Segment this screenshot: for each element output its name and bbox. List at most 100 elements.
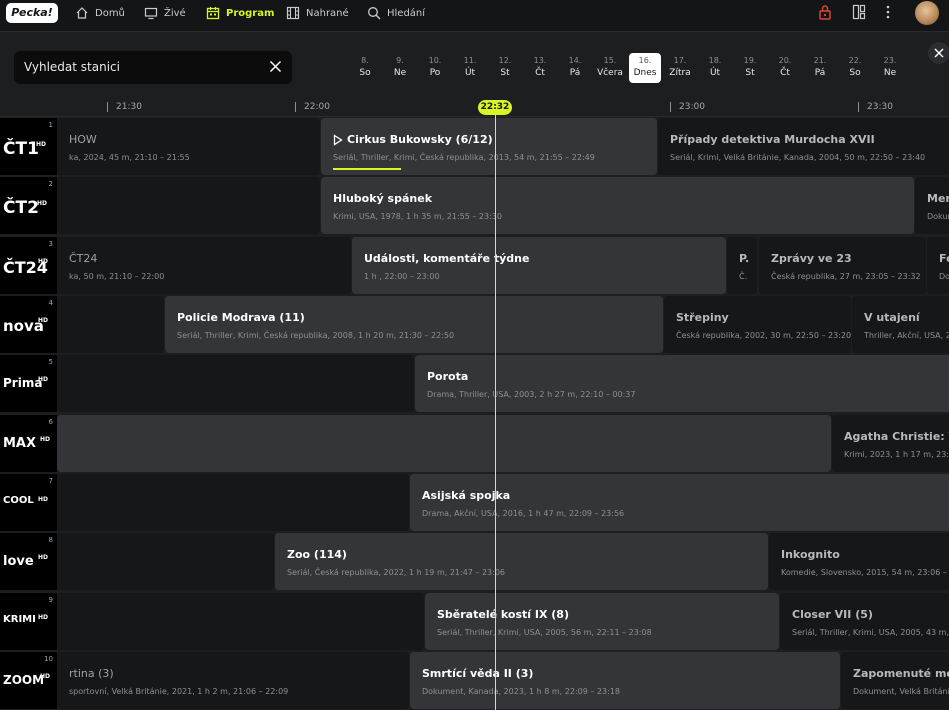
channel-row: Porota Drama, Thriller, USA, 2003, 2 h 27…	[0, 354, 949, 412]
nav-home[interactable]: Domů	[75, 4, 125, 22]
day-tab[interactable]: 14. Pá	[559, 53, 591, 83]
program-block[interactable]: Policie Modrava (11) Seriál, Thriller, Kr…	[165, 296, 663, 353]
program-title: Události, komentáře týdne	[364, 252, 530, 265]
lock-icon[interactable]	[818, 4, 832, 20]
time-tick: 23:30	[858, 102, 893, 112]
program-block[interactable]	[57, 533, 274, 590]
day-label: St	[500, 68, 510, 78]
program-block[interactable]: Fenomén č Dokument, Česk	[927, 237, 949, 294]
program-block[interactable]	[57, 355, 414, 412]
nav-recorded[interactable]: Nahrané	[286, 4, 349, 22]
day-tab[interactable]: 11. Út	[454, 53, 486, 83]
channel-logo: ČT1	[3, 139, 39, 159]
day-tab[interactable]: 9. Ne	[384, 53, 416, 83]
program-block[interactable]: Střepiny Česká republika, 2002, 30 m, 22:…	[664, 296, 851, 353]
nav-search[interactable]: Hledání	[367, 4, 425, 22]
day-tab[interactable]: 15. Včera	[594, 53, 626, 83]
program-block[interactable]: Inkognito Komedie, Slovensko, 2015, 54 m,…	[769, 533, 949, 590]
calendar-icon	[206, 7, 220, 20]
search-icon	[368, 7, 381, 20]
station-search-input[interactable]: Vyhledat stanici	[24, 60, 120, 74]
day-tab[interactable]: 12. St	[489, 53, 521, 83]
program-block[interactable]: Smrtící věda II (3) Dokument, Kanada, 202…	[410, 652, 840, 709]
day-tab[interactable]: 18. Út	[699, 53, 731, 83]
program-block[interactable]: Zoo (114) Seriál, Česká republika, 2022, …	[275, 533, 768, 590]
channel-logo-cell[interactable]: 6 MAX HD	[0, 414, 57, 472]
day-label: Čt	[780, 68, 790, 78]
day-number: 16.	[638, 56, 652, 65]
program-block[interactable]: P. Č.	[727, 237, 757, 294]
program-block[interactable]: Hluboký spánek Krimi, USA, 1978, 1 h 35 m…	[321, 177, 914, 234]
day-label: Út	[709, 68, 721, 78]
nav-search-label: Hledání	[387, 7, 426, 19]
program-block[interactable]	[57, 177, 320, 234]
remote-icon[interactable]	[852, 4, 866, 20]
program-title: Případy detektiva Murdocha XVII	[670, 133, 875, 146]
program-block[interactable]: rtina (3) sportovní, Velká Británie, 2021…	[57, 652, 409, 709]
day-number: 17.	[673, 56, 687, 65]
program-meta: Seriál, Česká republika, 2022, 1 h 19 m,…	[287, 568, 506, 577]
program-title: Fenomén č	[939, 252, 949, 265]
day-number: 21.	[813, 56, 827, 65]
program-meta: Drama, Thriller, USA, 2003, 2 h 27 m, 22…	[427, 390, 636, 399]
channel-logo-cell[interactable]: 1 ČT1 HD	[0, 117, 57, 175]
program-block[interactable]: Cirkus Bukowsky (6/12) Seriál, Thriller, …	[321, 118, 657, 175]
day-label: Dnes	[633, 68, 657, 78]
home-icon	[76, 7, 88, 19]
nav-home-label: Domů	[95, 7, 125, 19]
station-search[interactable]: Vyhledat stanici	[14, 51, 292, 84]
program-meta: sportovní, Velká Británie, 2021, 1 h 2 m…	[69, 687, 289, 696]
program-block[interactable]	[57, 296, 164, 353]
day-tab[interactable]: 13. Čt	[524, 53, 556, 83]
user-avatar[interactable]	[915, 1, 939, 25]
program-block[interactable]: Asijská spojka Drama, Akční, USA, 2016, 1…	[410, 474, 949, 531]
day-tab[interactable]: 17. Zítra	[664, 53, 696, 83]
channel-logo-cell[interactable]: 9 KRIMI HD	[0, 592, 57, 650]
nav-program[interactable]: Program	[206, 4, 274, 22]
clear-search-icon[interactable]	[269, 60, 282, 73]
channel-logo-cell[interactable]: 8 love HD	[0, 532, 57, 590]
day-tab[interactable]: 20. Čt	[769, 53, 801, 83]
day-tab[interactable]: 22. So	[839, 53, 871, 83]
close-panel-button[interactable]	[928, 42, 949, 64]
program-title: HOW	[69, 133, 97, 146]
program-block[interactable]: ČT24 ka, 50 m, 21:10 – 22:00	[57, 237, 351, 294]
program-block[interactable]: Sběratelé kostí IX (8) Seriál, Thriller, …	[425, 593, 779, 650]
program-block[interactable]	[57, 474, 409, 531]
channel-logo-cell[interactable]: 4 nova HD	[0, 295, 57, 353]
app-logo[interactable]: Pecka!	[6, 3, 58, 23]
program-block[interactable]	[57, 415, 831, 472]
channel-logo-cell[interactable]: 10 ZOOM HD	[0, 651, 57, 709]
program-block[interactable]: Zprávy ve 23 Česká republika, 27 m, 23:05…	[759, 237, 926, 294]
program-block[interactable]: Mennonité: T Dokument, Franc	[915, 177, 949, 234]
program-meta: Dokument, Franc	[927, 212, 949, 221]
program-meta: Krimi, USA, 1978, 1 h 35 m, 21:55 – 23:3…	[333, 212, 502, 221]
day-tab[interactable]: 23. Ne	[874, 53, 906, 83]
program-block[interactable]: HOW ka, 2024, 45 m, 21:10 – 21:55	[57, 118, 320, 175]
program-block[interactable]: V utajení Thriller, Akční, USA, 2017, 1 h…	[852, 296, 949, 353]
program-block[interactable]: Closer VII (5) Seriál, Thriller, Krimi, U…	[780, 593, 949, 650]
tv-icon	[144, 7, 158, 20]
program-block[interactable]: Případy detektiva Murdocha XVII Seriál, K…	[658, 118, 949, 175]
program-block[interactable]: Události, komentáře týdne 1 h , 22:00 – 2…	[352, 237, 726, 294]
program-block[interactable]: Zapomenuté megastavby Dokument, Velká Bri…	[841, 652, 949, 709]
channel-logo-cell[interactable]: 2 ČT2 HD	[0, 176, 57, 234]
more-options-icon[interactable]	[885, 4, 891, 20]
channel-logo: ZOOM	[3, 673, 45, 687]
day-tab[interactable]: 10. Po	[419, 53, 451, 83]
nav-live[interactable]: Živé	[144, 4, 186, 22]
day-tab-today[interactable]: 16. Dnes	[629, 53, 661, 83]
program-block[interactable]: Agatha Christie: Vraždit je s Krimi, 2023…	[832, 415, 949, 472]
day-tab[interactable]: 19. St	[734, 53, 766, 83]
hd-badge: HD	[37, 200, 48, 207]
channel-logo-cell[interactable]: 7 COOL HD	[0, 473, 57, 531]
program-meta: Česká republika, 2002, 30 m, 22:50 – 23:…	[676, 331, 851, 340]
channel-logo-cell[interactable]: 5 Prima HD	[0, 354, 57, 412]
program-title: Zapomenuté megastavby	[853, 667, 949, 680]
program-block[interactable]	[57, 593, 424, 650]
day-tab[interactable]: 8. So	[349, 53, 381, 83]
day-tab[interactable]: 21. Pá	[804, 53, 836, 83]
channel-logo-cell[interactable]: 3 ČT24 HD	[0, 236, 57, 294]
program-meta: Č.	[739, 272, 748, 281]
day-number: 10.	[428, 56, 442, 65]
